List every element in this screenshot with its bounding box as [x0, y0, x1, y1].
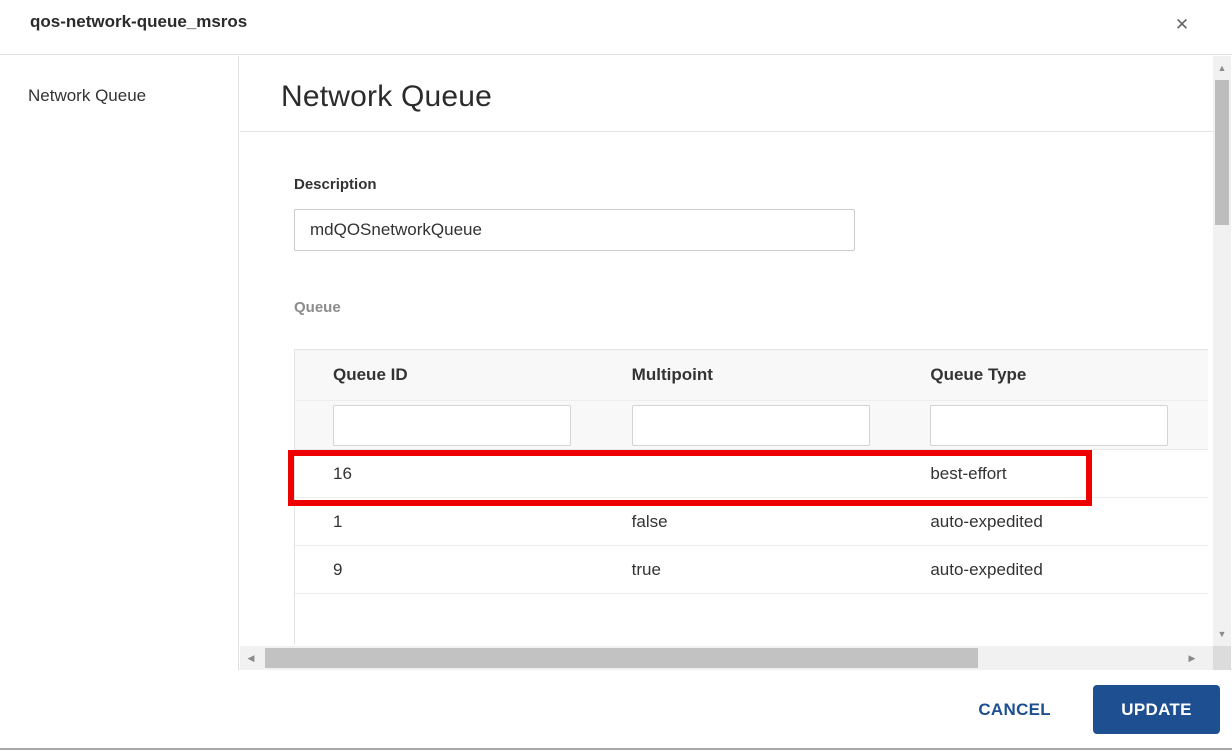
- dialog-header: qos-network-queue_msros ✕: [0, 0, 1232, 55]
- dialog-body: Network Queue Network Queue Description …: [0, 56, 1232, 670]
- horizontal-scrollbar-thumb[interactable]: [265, 648, 978, 668]
- column-header-queue-id[interactable]: Queue ID: [295, 350, 594, 400]
- sidebar-item-network-queue[interactable]: Network Queue: [28, 86, 146, 106]
- page-title: Network Queue: [281, 80, 492, 114]
- page-bottom-divider: [0, 748, 1232, 750]
- description-label: Description: [294, 176, 377, 193]
- cell-queue-type: best-effort: [892, 464, 1208, 484]
- scrollbar-corner: [1213, 646, 1231, 670]
- scroll-left-arrow-icon[interactable]: ◀: [242, 646, 260, 670]
- dialog-footer: CANCEL UPDATE: [0, 671, 1232, 748]
- cell-queue-type: auto-expedited: [892, 512, 1208, 532]
- table-row-16[interactable]: 16 best-effort: [295, 450, 1208, 498]
- sidebar: Network Queue: [0, 56, 239, 670]
- cell-queue-id: 1: [295, 512, 594, 532]
- cancel-button[interactable]: CANCEL: [978, 700, 1051, 720]
- column-header-multipoint[interactable]: Multipoint: [594, 350, 893, 400]
- close-icon[interactable]: ✕: [1168, 11, 1196, 39]
- scroll-right-arrow-icon[interactable]: ▶: [1183, 646, 1201, 670]
- scroll-down-arrow-icon[interactable]: ▼: [1213, 626, 1231, 642]
- column-header-queue-type[interactable]: Queue Type: [892, 350, 1208, 400]
- queue-table: Queue ID Multipoint Queue Type 16 best-e…: [294, 349, 1208, 645]
- table-filter-row: [295, 400, 1208, 450]
- cell-multipoint: false: [594, 512, 893, 532]
- table-row-1[interactable]: 1 false auto-expedited: [295, 498, 1208, 546]
- vertical-scrollbar[interactable]: ▲ ▼: [1213, 56, 1231, 646]
- horizontal-scrollbar[interactable]: ◀ ▶: [240, 646, 1213, 670]
- dialog: qos-network-queue_msros ✕ Network Queue …: [0, 0, 1232, 754]
- cell-queue-type: auto-expedited: [892, 560, 1208, 580]
- cell-queue-id: 16: [295, 464, 594, 484]
- filter-input-multipoint[interactable]: [632, 405, 870, 446]
- cell-multipoint: true: [594, 560, 893, 580]
- update-button[interactable]: UPDATE: [1093, 685, 1220, 734]
- content-pane: Network Queue Description Queue Queue ID…: [240, 56, 1232, 670]
- description-input[interactable]: [294, 209, 855, 251]
- cell-queue-id: 9: [295, 560, 594, 580]
- queue-section-label: Queue: [294, 299, 341, 316]
- table-header-row: Queue ID Multipoint Queue Type: [295, 350, 1208, 400]
- heading-divider: [240, 131, 1213, 132]
- vertical-scrollbar-thumb[interactable]: [1215, 80, 1229, 225]
- filter-input-queue-id[interactable]: [333, 405, 571, 446]
- table-row-9[interactable]: 9 true auto-expedited: [295, 546, 1208, 594]
- filter-input-queue-type[interactable]: [930, 405, 1168, 446]
- scroll-up-arrow-icon[interactable]: ▲: [1213, 60, 1231, 76]
- dialog-title: qos-network-queue_msros: [30, 12, 247, 32]
